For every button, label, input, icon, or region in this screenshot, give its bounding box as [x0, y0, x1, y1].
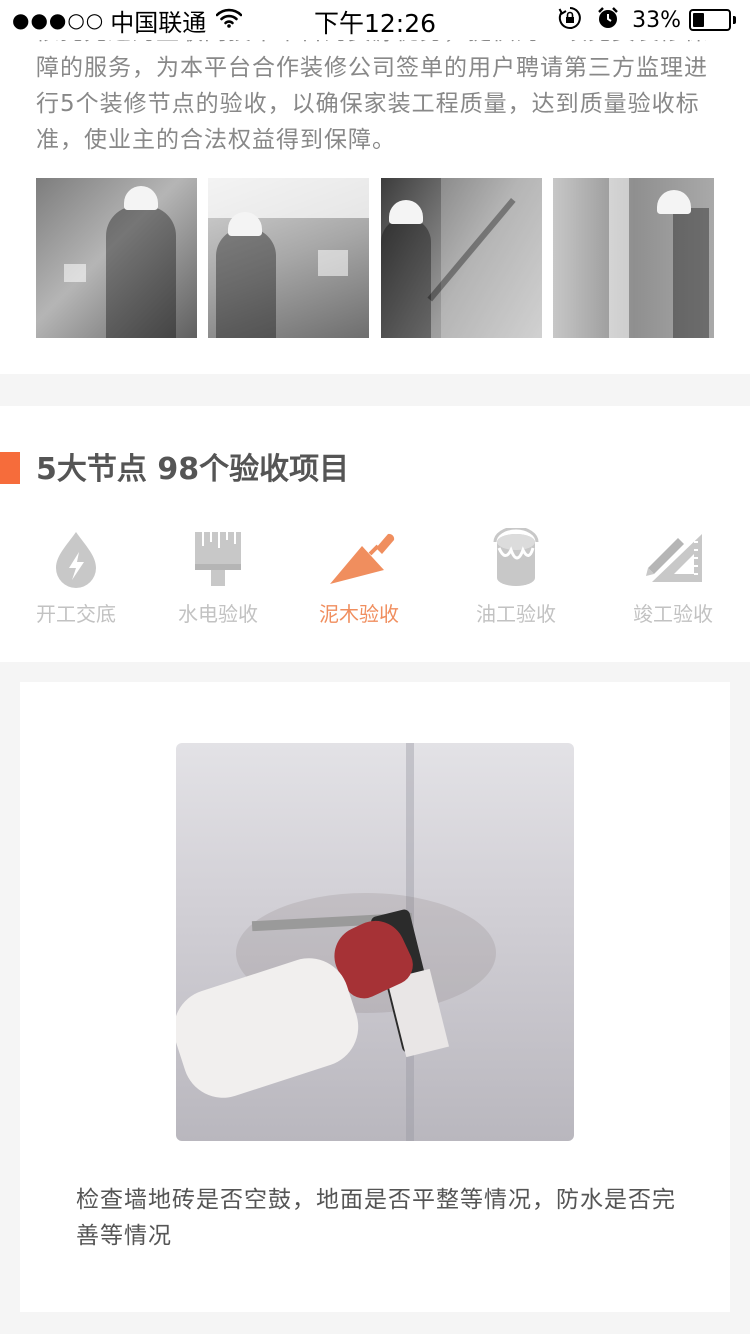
node-tab-bar: 开工交底 水电验收 泥木验收 油工验收 竣工验收	[0, 526, 750, 628]
paint-brush-icon	[193, 528, 243, 588]
node-detail-caption: 检查墙地砖是否空鼓，地面是否平整等情况，防水是否完善等情况	[76, 1187, 676, 1249]
section-accent-bar	[0, 452, 20, 484]
intro-section: 依托先进的互联网技术平台的资源优势，提供的一项免费装修保障的服务，为本平台合作装…	[0, 40, 750, 374]
battery-percent: 33%	[632, 7, 681, 33]
rotation-lock-icon	[558, 6, 582, 34]
paint-bucket-icon	[491, 526, 541, 588]
tab-label: 水电验收	[178, 602, 258, 626]
tab-label: 泥木验收	[319, 602, 399, 626]
alarm-icon	[596, 6, 620, 34]
tab-label: 油工验收	[476, 602, 556, 626]
tab-painting[interactable]: 油工验收	[446, 526, 586, 628]
photo-bathroom-fixtures[interactable]	[552, 178, 714, 338]
battery-level	[693, 13, 705, 27]
status-bar: ●●●○○ 中国联通 下午12:26 33%	[0, 0, 750, 40]
photo-worker-kitchen[interactable]	[208, 178, 370, 338]
inspection-photo-row	[36, 178, 714, 338]
acceptance-nodes-section: 5大节点 98个验收项目 开工交底 水电验收 泥木验收 油工验收 竣工验收	[0, 406, 750, 662]
intro-paragraph: 依托先进的互联网技术平台的资源优势，提供的一项免费装修保障的服务，为本平台合作装…	[36, 40, 708, 153]
photo-worker-socket[interactable]	[36, 178, 197, 338]
trowel-icon	[330, 528, 395, 588]
inspection-demo-image	[176, 743, 574, 1141]
photo-worker-wall[interactable]	[380, 178, 542, 338]
tab-plumbing-electrical[interactable]: 水电验收	[148, 528, 288, 628]
tab-completion[interactable]: 竣工验收	[603, 528, 743, 628]
battery-icon	[689, 9, 731, 31]
node-detail-card: 检查墙地砖是否空鼓，地面是否平整等情况，防水是否完善等情况	[20, 682, 730, 1312]
tab-label: 竣工验收	[633, 602, 713, 626]
ruler-pencil-icon	[646, 528, 702, 588]
battery-tip	[733, 16, 736, 24]
section-title: 5大节点 98个验收项目	[36, 452, 350, 487]
tab-kickoff[interactable]: 开工交底	[6, 528, 146, 628]
tab-masonry-carpentry[interactable]: 泥木验收	[289, 528, 429, 628]
tab-label: 开工交底	[36, 602, 116, 626]
water-drop-lightning-icon	[51, 528, 101, 588]
